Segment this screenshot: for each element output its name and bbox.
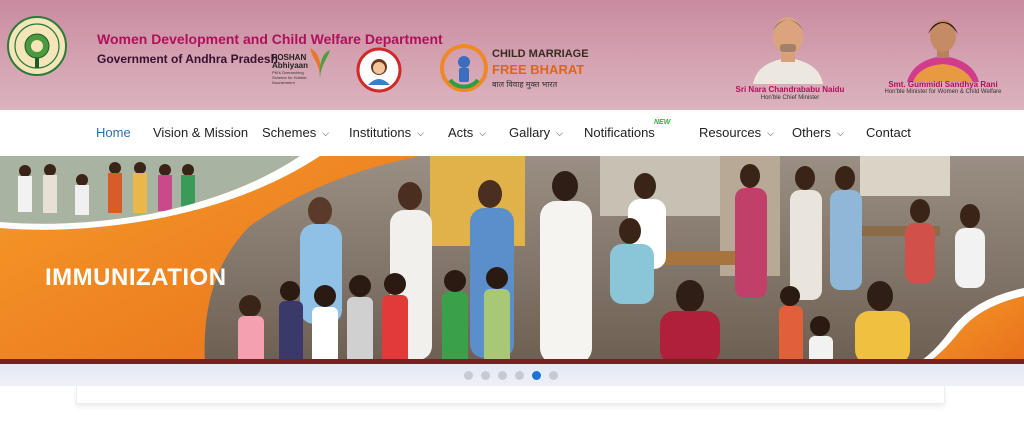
nav-resources-label: Resources bbox=[699, 125, 762, 140]
nav-notifications-label: Notifications bbox=[584, 125, 655, 140]
nav-institutions-label: Institutions bbox=[349, 125, 412, 140]
slider-pagination bbox=[0, 364, 1024, 386]
nav-vision-mission[interactable]: Vision & Mission bbox=[153, 125, 248, 140]
hero-banner-slide[interactable]: IMMUNIZATION bbox=[0, 156, 1024, 364]
child-marriage-free-bharat-logo[interactable]: CHILD MARRIAGE FREE BHARAT बाल विवाह मुक… bbox=[440, 44, 589, 94]
chevron-down-icon: ⌵ bbox=[767, 128, 774, 138]
main-navigation: Home Vision & Mission Schemes ⌵ Instituti… bbox=[0, 110, 1024, 156]
hindi-tagline: बाल विवाह मुक्त भारत bbox=[492, 80, 558, 89]
poshan-line2: Abhiyaan bbox=[272, 61, 309, 70]
nav-others[interactable]: Others ⌵ bbox=[792, 125, 844, 140]
nav-acts-label: Acts bbox=[448, 125, 474, 140]
minister-role: Hon'ble Minister for Women & Child Welfa… bbox=[884, 89, 1002, 95]
nav-schemes-label: Schemes bbox=[262, 125, 317, 140]
child-marriage-emblem-icon bbox=[440, 44, 488, 92]
nav-home[interactable]: Home bbox=[96, 125, 131, 140]
banner-photo bbox=[0, 156, 1024, 364]
chief-minister-role: Hon'ble Chief Minister bbox=[760, 95, 820, 101]
minister-photo bbox=[903, 10, 983, 82]
chevron-down-icon: ⌵ bbox=[417, 128, 424, 138]
department-subtitle: Government of Andhra Pradesh bbox=[97, 52, 278, 66]
department-title: Women Development and Child Welfare Depa… bbox=[97, 31, 443, 47]
nav-acts[interactable]: Acts ⌵ bbox=[448, 125, 486, 140]
nav-contact[interactable]: Contact bbox=[866, 125, 911, 140]
poshan-text: POSHAN Abhiyaan PM's Overarching Scheme … bbox=[272, 54, 309, 86]
nav-notifications[interactable]: Notifications NEW bbox=[584, 119, 670, 140]
nav-others-label: Others bbox=[792, 125, 832, 140]
chevron-down-icon: ⌵ bbox=[479, 128, 487, 138]
chevron-down-icon: ⌵ bbox=[837, 128, 844, 138]
andhra-pradesh-emblem-icon[interactable] bbox=[6, 12, 68, 82]
slider-dot-5[interactable] bbox=[532, 371, 541, 380]
nav-vision-mission-label: Vision & Mission bbox=[153, 125, 249, 140]
nav-gallary[interactable]: Gallary ⌵ bbox=[509, 125, 563, 140]
minister-name: Smt. Gummidi Sandhya Rani bbox=[888, 80, 998, 89]
nav-gallary-label: Gallary bbox=[509, 125, 551, 140]
slider-dot-2[interactable] bbox=[481, 371, 490, 380]
slider-dot-4[interactable] bbox=[515, 371, 524, 380]
site-header: Women Development and Child Welfare Depa… bbox=[0, 0, 1024, 110]
chevron-down-icon: ⌵ bbox=[322, 128, 330, 138]
chief-minister-name: Sri Nara Chandrababu Naidu bbox=[735, 85, 845, 94]
nav-institutions[interactable]: Institutions ⌵ bbox=[349, 125, 424, 140]
slider-dot-6[interactable] bbox=[549, 371, 558, 380]
poshan-line5: Nourishment bbox=[272, 80, 295, 85]
new-badge: NEW bbox=[654, 119, 671, 126]
child-marriage-text: CHILD MARRIAGE bbox=[492, 48, 589, 60]
poshan-leaf-icon bbox=[310, 48, 330, 78]
banner-caption: IMMUNIZATION bbox=[45, 264, 227, 291]
free-bharat-text: FREE BHARAT bbox=[492, 62, 585, 77]
nav-home-label: Home bbox=[96, 125, 131, 140]
nav-contact-label: Contact bbox=[866, 125, 911, 140]
nav-schemes[interactable]: Schemes ⌵ bbox=[262, 125, 329, 140]
girl-child-logo-icon[interactable] bbox=[356, 47, 402, 93]
nav-resources[interactable]: Resources ⌵ bbox=[699, 125, 774, 140]
chief-minister-photo bbox=[745, 6, 831, 84]
slider-dot-3[interactable] bbox=[498, 371, 507, 380]
slider-dot-1[interactable] bbox=[464, 371, 473, 380]
poshan-abhiyaan-logo[interactable]: POSHAN Abhiyaan PM's Overarching Scheme … bbox=[272, 44, 334, 96]
chevron-down-icon: ⌵ bbox=[556, 128, 564, 138]
content-card bbox=[76, 386, 945, 404]
